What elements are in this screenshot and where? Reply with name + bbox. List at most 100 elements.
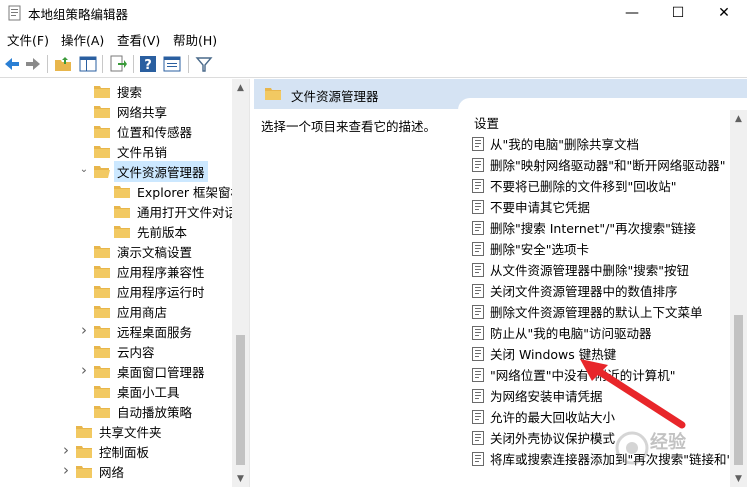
tree-item[interactable]: 文件资源管理器	[94, 160, 208, 182]
settings-scroll-thumb[interactable]	[734, 315, 743, 465]
tree-item-label: Explorer 框架窗格	[137, 184, 244, 200]
properties-icon[interactable]	[162, 54, 182, 74]
folder-icon	[94, 405, 110, 418]
tree-item-label: 演示文稿设置	[117, 244, 193, 260]
setting-row[interactable]: 删除"映射网络驱动器"和"断开网络驱动器"	[472, 154, 726, 175]
help-icon[interactable]: ?	[138, 54, 158, 74]
up-folder-icon[interactable]	[53, 54, 73, 74]
setting-label: 删除"安全"选项卡	[490, 242, 589, 257]
policy-setting-icon	[472, 304, 484, 319]
tree-item-label: 网络	[99, 464, 125, 480]
tree-item[interactable]: 云内容	[94, 341, 158, 361]
tree-item[interactable]: 网络	[76, 461, 127, 481]
setting-row[interactable]: 不要申请其它凭据	[472, 196, 590, 217]
folder-icon	[94, 265, 110, 278]
folder-icon	[94, 285, 110, 298]
chevron-down-icon[interactable]: ⌄	[78, 164, 90, 175]
show-tree-icon[interactable]	[78, 54, 98, 74]
menu-file[interactable]: 文件(F)	[7, 30, 49, 49]
menu-help[interactable]: 帮助(H)	[173, 30, 217, 49]
back-arrow-icon[interactable]	[2, 54, 22, 74]
settings-scrollbar[interactable]: ▲ ▼	[730, 110, 747, 487]
menu-view[interactable]: 查看(V)	[117, 30, 160, 49]
watermark-text: 经验	[650, 432, 686, 453]
tree-item[interactable]: 自动播放策略	[94, 401, 195, 421]
toolbar-separator	[47, 55, 48, 73]
tree-item-label: 云内容	[117, 344, 155, 360]
policy-setting-icon	[472, 409, 484, 424]
setting-row[interactable]: 删除"安全"选项卡	[472, 238, 589, 259]
tree-item[interactable]: Explorer 框架窗格	[114, 181, 246, 201]
tree-item[interactable]: 位置和传感器	[94, 121, 195, 141]
tree-item[interactable]: 桌面窗口管理器	[94, 361, 208, 381]
tree-item-label: 搜索	[117, 84, 143, 100]
chevron-right-icon[interactable]: ›	[78, 321, 90, 339]
policy-setting-icon	[472, 283, 484, 298]
scroll-down-arrow-icon[interactable]: ▼	[730, 470, 747, 487]
maximize-button[interactable]: ☐	[655, 0, 701, 26]
toolbar-separator	[188, 55, 189, 73]
policy-setting-icon	[472, 451, 484, 466]
tree-item-label: 控制面板	[99, 444, 150, 460]
tree-item[interactable]: 通用打开文件对话框	[114, 201, 249, 221]
folder-icon	[94, 365, 110, 378]
scroll-down-arrow-icon[interactable]: ▼	[232, 470, 249, 487]
tree-item[interactable]: 桌面小工具	[94, 381, 183, 401]
setting-row[interactable]: 删除文件资源管理器的默认上下文菜单	[472, 301, 703, 322]
tree-item[interactable]: 应用商店	[94, 301, 170, 321]
tree-item-label: 应用程序运行时	[117, 284, 205, 300]
folder-icon	[94, 245, 110, 258]
setting-label: 不要将已删除的文件移到"回收站"	[490, 179, 677, 194]
setting-row[interactable]: 从"我的电脑"删除共享文档	[472, 133, 639, 154]
red-pointer-arrow-icon	[580, 359, 686, 429]
chevron-right-icon[interactable]: ›	[60, 441, 72, 459]
setting-label: 防止从"我的电脑"访问驱动器	[490, 326, 652, 341]
menu-action[interactable]: 操作(A)	[61, 30, 104, 49]
chevron-right-icon[interactable]: ›	[78, 361, 90, 379]
policy-setting-icon	[472, 136, 484, 151]
setting-row[interactable]: 关闭文件资源管理器中的数值排序	[472, 280, 678, 301]
folder-icon	[76, 465, 92, 478]
tree-item[interactable]: 文件吊销	[94, 141, 170, 161]
tree-item[interactable]: 应用程序兼容性	[94, 261, 208, 281]
navigation-tree[interactable]: 搜索 网络共享 位置和传感器 文件吊销 文件资源管理器 ⌄ Explorer 框架窗格 通用打…	[0, 79, 250, 487]
policy-setting-icon	[472, 325, 484, 340]
folder-icon	[94, 345, 110, 358]
tree-item[interactable]: 远程桌面服务	[94, 321, 195, 341]
close-button[interactable]: ✕	[701, 0, 747, 26]
tree-item[interactable]: 演示文稿设置	[94, 241, 195, 261]
title-bar: 本地组策略编辑器 — ☐ ✕	[0, 0, 747, 26]
filter-icon[interactable]	[194, 54, 214, 74]
policy-setting-icon	[472, 241, 484, 256]
export-list-icon[interactable]	[108, 54, 128, 74]
tree-item-label: 文件资源管理器	[114, 160, 208, 182]
policy-setting-icon	[472, 430, 484, 445]
folder-icon	[94, 325, 110, 338]
folder-icon	[114, 185, 130, 198]
setting-row[interactable]: 删除"搜索 Internet"/"再次搜索"链接	[472, 217, 696, 238]
tree-item-label: 应用程序兼容性	[117, 264, 205, 280]
folder-icon	[114, 225, 130, 238]
scroll-up-arrow-icon[interactable]: ▲	[730, 110, 747, 127]
tree-item[interactable]: 应用程序运行时	[94, 281, 208, 301]
setting-row[interactable]: 防止从"我的电脑"访问驱动器	[472, 322, 652, 343]
setting-label: 删除"搜索 Internet"/"再次搜索"链接	[490, 221, 696, 236]
setting-row[interactable]: 不要将已删除的文件移到"回收站"	[472, 175, 677, 196]
folder-icon	[94, 305, 110, 318]
tree-item[interactable]: 网络共享	[94, 101, 170, 121]
scroll-up-arrow-icon[interactable]: ▲	[232, 79, 249, 96]
forward-arrow-icon[interactable]	[23, 54, 43, 74]
tree-item[interactable]: 先前版本	[114, 221, 190, 241]
tree-scrollbar[interactable]: ▲ ▼	[232, 79, 249, 487]
tree-item[interactable]: 共享文件夹	[76, 421, 165, 441]
setting-row[interactable]: 从文件资源管理器中删除"搜索"按钮	[472, 259, 689, 280]
open-folder-icon	[94, 165, 110, 178]
folder-icon	[265, 88, 281, 100]
chevron-right-icon[interactable]: ›	[60, 461, 72, 479]
tree-scroll-thumb[interactable]	[236, 335, 245, 465]
tree-item[interactable]: 控制面板	[76, 441, 152, 461]
tree-item[interactable]: 搜索	[94, 81, 145, 101]
settings-column-header[interactable]: 设置	[474, 113, 499, 132]
minimize-button[interactable]: —	[609, 0, 655, 26]
tree-item-label: 自动播放策略	[117, 404, 193, 420]
